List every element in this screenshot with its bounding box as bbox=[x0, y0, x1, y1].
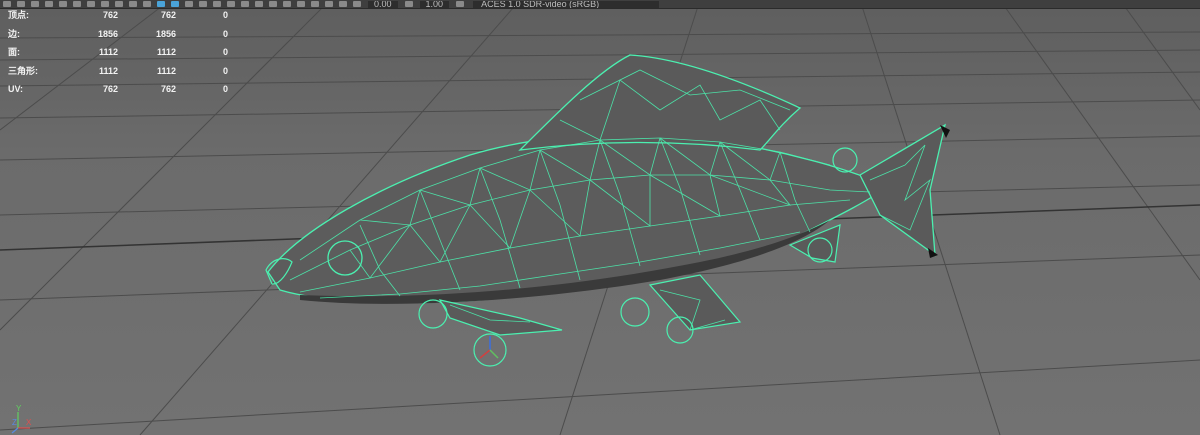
joint-sphere-pectoral[interactable] bbox=[418, 299, 448, 329]
ambient-occlusion-icon[interactable] bbox=[227, 1, 235, 7]
hud-label: 边: bbox=[8, 28, 20, 39]
joint-sphere-dorsal[interactable] bbox=[832, 147, 858, 173]
hud-value: 762 bbox=[102, 84, 118, 94]
hud-label: 面: bbox=[8, 47, 20, 57]
depth-of-field-icon[interactable] bbox=[269, 1, 277, 7]
exposure-field[interactable]: 0.00 bbox=[368, 0, 398, 8]
wireframe-icon[interactable] bbox=[143, 1, 151, 7]
pelvic-fin[interactable] bbox=[648, 274, 742, 331]
joint-sphere-pelvic[interactable] bbox=[620, 297, 650, 327]
axis-label-z: Z bbox=[12, 418, 17, 427]
xray-components-icon[interactable] bbox=[325, 1, 333, 7]
color-space-select[interactable]: ACES 1.0 SDR-video (sRGB) bbox=[473, 0, 660, 8]
film-gate-icon[interactable] bbox=[59, 1, 67, 7]
lights-icon[interactable] bbox=[199, 1, 207, 7]
resolution-gate-icon[interactable] bbox=[73, 1, 81, 7]
hud-value: 762 bbox=[102, 10, 118, 20]
xray-joints-icon[interactable] bbox=[311, 1, 319, 7]
gamma-icon[interactable] bbox=[404, 1, 413, 7]
motion-blur-icon[interactable] bbox=[241, 1, 249, 7]
hud-value: 1112 bbox=[98, 47, 118, 57]
textured-icon[interactable] bbox=[185, 1, 193, 7]
hud-value: 762 bbox=[160, 84, 176, 94]
hud-value: 762 bbox=[160, 10, 176, 20]
transform-gizmo[interactable] bbox=[479, 336, 499, 359]
hud-value: 1856 bbox=[155, 28, 176, 39]
tail-fin[interactable] bbox=[859, 123, 946, 257]
image-plane-icon[interactable] bbox=[31, 1, 39, 7]
color-management-icon[interactable] bbox=[456, 1, 465, 7]
pectoral-fin[interactable] bbox=[438, 299, 563, 336]
hud-row-edges: 边: 1856 1856 0 bbox=[8, 27, 238, 46]
dorsal-fin[interactable] bbox=[518, 54, 802, 151]
hud-value: 0 bbox=[222, 65, 228, 76]
hud-value: 0 bbox=[222, 28, 228, 39]
wireframe-on-shaded-icon[interactable] bbox=[171, 1, 179, 7]
field-chart-icon[interactable] bbox=[101, 1, 109, 7]
anti-aliasing-icon[interactable] bbox=[255, 1, 263, 7]
bookmark-icon[interactable] bbox=[17, 1, 25, 7]
hud-label: 三角形: bbox=[8, 65, 38, 76]
hud-row-triangles: 三角形: 1112 1112 0 bbox=[8, 64, 238, 83]
hud-row-vertices: 顶点: 762 762 0 bbox=[8, 8, 238, 27]
hud-value: 1112 bbox=[156, 47, 176, 57]
gate-mask-icon[interactable] bbox=[87, 1, 95, 7]
smooth-shade-icon[interactable] bbox=[157, 1, 165, 7]
camera-icon[interactable] bbox=[3, 1, 11, 7]
shadows-icon[interactable] bbox=[213, 1, 221, 7]
grid-icon[interactable] bbox=[45, 1, 53, 7]
isolate-select-icon[interactable] bbox=[283, 1, 291, 7]
hud-value: 0 bbox=[222, 10, 228, 20]
hud-label: UV: bbox=[8, 84, 24, 94]
hud-value: 1112 bbox=[156, 65, 176, 76]
joint-sphere-pelvic-2[interactable] bbox=[666, 316, 694, 344]
axis-label-x: X bbox=[26, 418, 32, 427]
hud-label: 顶点: bbox=[8, 10, 29, 20]
gamma-field[interactable]: 1.00 bbox=[419, 0, 450, 8]
hud-row-faces: 面: 1112 1112 0 bbox=[8, 45, 238, 64]
hud-value: 1856 bbox=[97, 28, 118, 39]
camera-attributes-icon[interactable] bbox=[339, 1, 347, 7]
hud-value: 0 bbox=[222, 84, 228, 94]
hud-value: 0 bbox=[222, 47, 228, 57]
hud-value: 1112 bbox=[98, 65, 118, 76]
safe-title-icon[interactable] bbox=[129, 1, 137, 7]
axis-label-y: Y bbox=[16, 404, 22, 413]
xray-icon[interactable] bbox=[297, 1, 305, 7]
exposure-icon[interactable] bbox=[353, 1, 361, 7]
viewport-panel[interactable]: 0.00 1.00 ACES 1.0 SDR-video (sRGB) 顶点: … bbox=[0, 0, 1200, 435]
hud-row-uvs: UV: 762 762 0 bbox=[8, 82, 238, 101]
poly-count-hud: 顶点: 762 762 0 边: 1856 1856 0 面: 1112 111… bbox=[8, 8, 238, 101]
safe-action-icon[interactable] bbox=[115, 1, 123, 7]
